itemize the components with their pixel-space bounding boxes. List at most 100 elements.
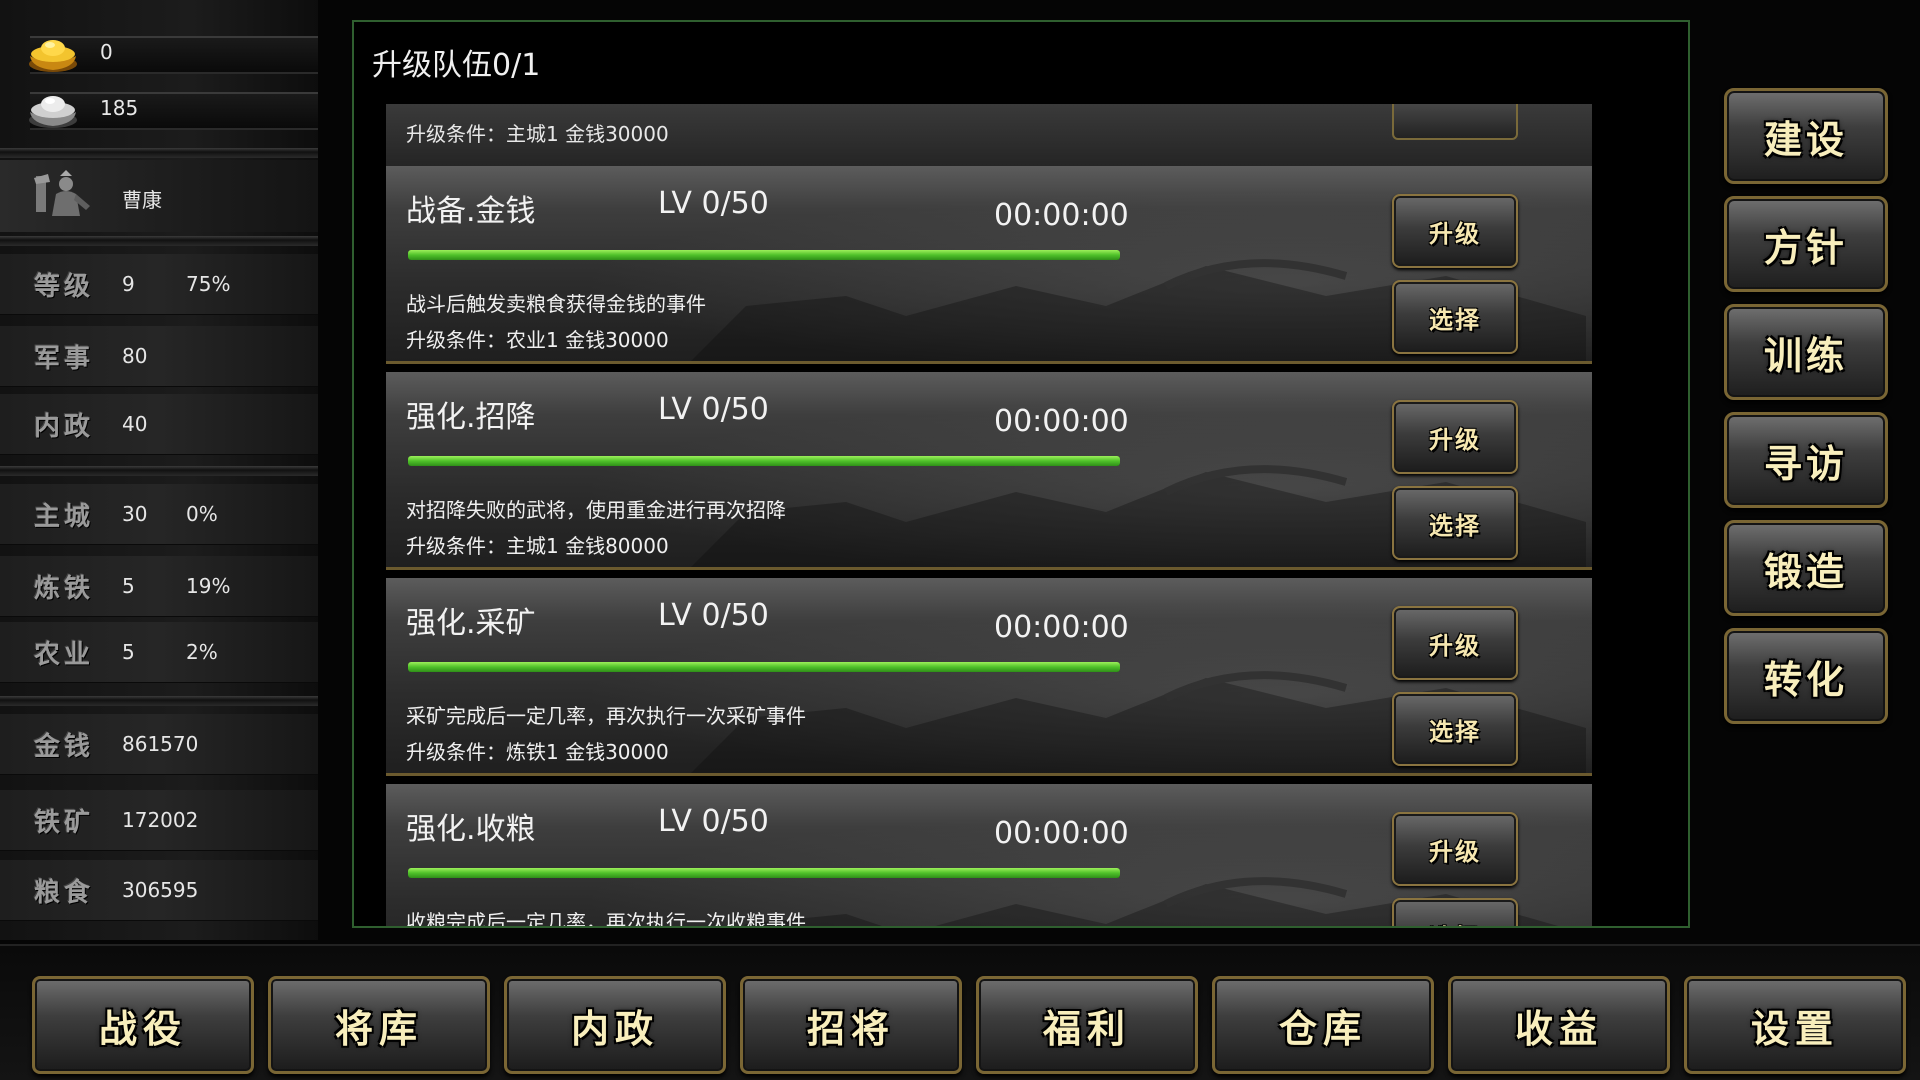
item-level: LV 0/50 [658,804,769,839]
item-name: 强化.采矿 [406,606,536,641]
menu-button-label: 转化 [1763,656,1848,702]
item-name: 强化.招降 [406,400,536,435]
item-timer: 00:00:00 [994,610,1129,645]
select-button-label: 选择 [1429,304,1481,334]
stat-label: 主城 [34,502,95,532]
stat-value: 5 [122,574,135,598]
progress-bar [408,662,1120,672]
menu-button-label: 寻访 [1763,440,1848,486]
nav-domestic-button[interactable]: 内政 [504,976,726,1074]
stat-percent: 19% [186,574,231,598]
upgrade-button[interactable]: 升级 [1392,194,1518,268]
nav-recruit-button[interactable]: 招将 [740,976,962,1074]
progress-fill [408,250,1120,260]
stat-smelting: 炼铁 5 19% [0,556,318,617]
gold-amount: 0 [100,40,113,64]
menu-forge-button[interactable]: 锻造 [1724,520,1888,616]
stat-iron-ore: 铁矿 172002 [0,790,318,851]
list-item: 升级条件：主城1 金钱30000 [386,104,1592,169]
nav-button-label: 战役 [98,1005,187,1051]
stat-value: 30 [122,502,148,526]
stat-percent: 2% [186,640,218,664]
progress-bar [408,456,1120,466]
silver-amount: 185 [100,96,139,120]
upgrade-item: 战备.金钱 LV 0/50 00:00:00 战斗后触发卖粮食获得金钱的事件 升… [386,166,1592,364]
nav-button-label: 设置 [1750,1005,1839,1051]
upgrade-list[interactable]: 升级条件：主城1 金钱30000 战备.金钱 LV 0/50 00:00:00 … [386,104,1592,926]
nav-settings-button[interactable]: 设置 [1684,976,1906,1074]
menu-train-button[interactable]: 训练 [1724,304,1888,400]
stat-agriculture: 农业 5 2% [0,622,318,683]
nav-warehouse-button[interactable]: 仓库 [1212,976,1434,1074]
menu-policy-button[interactable]: 方针 [1724,196,1888,292]
nav-button-label: 收益 [1514,1005,1603,1051]
item-name: 强化.收粮 [406,812,536,847]
menu-convert-button[interactable]: 转化 [1724,628,1888,724]
stat-value: 80 [122,344,148,368]
queue-title: 升级队伍0/1 [372,48,541,83]
item-condition: 升级条件：主城1 金钱30000 [406,122,669,146]
menu-search-button[interactable]: 寻访 [1724,412,1888,508]
stat-label: 内政 [34,412,95,442]
select-button-label: 选择 [1429,716,1481,746]
bottom-nav-bar: 战役 将库 内政 招将 福利 仓库 收益 设置 [0,944,1920,1080]
nav-button-label: 将库 [334,1005,423,1051]
item-condition: 升级条件：炼铁1 金钱30000 [406,740,669,764]
stat-value: 306595 [122,878,199,902]
stat-label: 等级 [34,272,95,302]
item-description: 战斗后触发卖粮食获得金钱的事件 [406,292,706,316]
stat-percent: 0% [186,502,218,526]
select-button[interactable]: 选择 [1392,486,1518,560]
item-description: 对招降失败的武将，使用重金进行再次招降 [406,498,786,522]
stat-value: 9 [122,272,135,296]
upgrade-button-label: 升级 [1429,218,1481,248]
item-description: 采矿完成后一定几率，再次执行一次采矿事件 [406,704,806,728]
stat-label: 军事 [34,344,95,374]
stat-label: 粮食 [34,878,95,908]
menu-build-button[interactable]: 建设 [1724,88,1888,184]
upgrade-button-label: 升级 [1429,424,1481,454]
upgrade-button[interactable]: 升级 [1392,812,1518,886]
stat-label: 金钱 [34,732,95,762]
item-level: LV 0/50 [658,392,769,427]
select-button[interactable]: 选择 [1392,692,1518,766]
menu-button-label: 锻造 [1763,548,1848,594]
stat-value: 861570 [122,732,199,756]
silver-currency-row: 185 [0,84,318,134]
select-button[interactable]: 选择 [1392,280,1518,354]
progress-fill [408,868,1120,878]
progress-fill [408,456,1120,466]
stat-value: 5 [122,640,135,664]
item-level: LV 0/50 [658,598,769,633]
nav-welfare-button[interactable]: 福利 [976,976,1198,1074]
stat-label: 炼铁 [34,574,95,604]
nav-button-label: 仓库 [1278,1005,1367,1051]
item-timer: 00:00:00 [994,404,1129,439]
nav-generals-button[interactable]: 将库 [268,976,490,1074]
player-name: 曹康 [122,188,162,212]
stat-label: 农业 [34,640,95,670]
stat-main-city: 主城 30 0% [0,484,318,545]
gold-currency-row: 0 [0,28,318,78]
stat-percent: 75% [186,272,231,296]
nav-income-button[interactable]: 收益 [1448,976,1670,1074]
upgrade-item: 强化.招降 LV 0/50 00:00:00 对招降失败的武将，使用重金进行再次… [386,372,1592,570]
progress-bar [408,868,1120,878]
select-button-label: 选择 [1429,510,1481,540]
stat-level: 等级 9 75% [0,254,318,315]
menu-button-label: 训练 [1763,332,1848,378]
nav-button-label: 招将 [806,1005,895,1051]
gold-ingot-icon [29,40,77,72]
game-screen: 0 185 曹康 等级 9 75% 军事 80 内政 40 主城 30 0% 炼… [0,0,1920,1080]
item-timer: 00:00:00 [994,816,1129,851]
nav-button-label: 内政 [570,1005,659,1051]
upgrade-button[interactable]: 升级 [1392,606,1518,680]
nav-campaign-button[interactable]: 战役 [32,976,254,1074]
stat-label: 铁矿 [34,808,95,838]
select-button[interactable] [1392,104,1518,140]
upgrade-button[interactable]: 升级 [1392,400,1518,474]
select-button[interactable]: 选择 [1392,898,1518,926]
upgrade-button-label: 升级 [1429,836,1481,866]
stat-money: 金钱 861570 [0,714,318,775]
item-timer: 00:00:00 [994,198,1129,233]
